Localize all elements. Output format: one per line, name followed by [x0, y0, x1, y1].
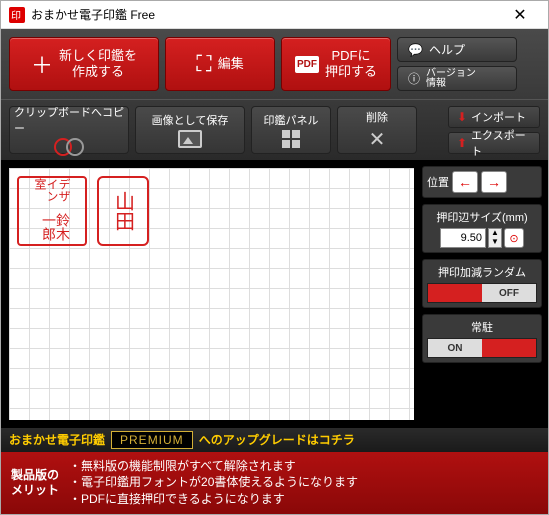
stamp-yamada[interactable]: 山田 — [97, 176, 149, 246]
close-button[interactable]: ✕ — [500, 5, 540, 25]
import-icon: ⬇ — [457, 110, 467, 124]
size-input[interactable]: 9.50 — [440, 228, 486, 248]
secondary-toolbar: クリップボードへコピー 画像として保存 印鑑パネル 削除 ✕ ⬇ インポート ⬆… — [1, 99, 548, 160]
benefits-panel: 製品版の メリット ・無料版の機能制限がすべて解除されます ・電子印鑑用フォント… — [1, 452, 548, 514]
random-state: OFF — [482, 284, 536, 302]
canvas[interactable]: デザイン室 鈴木一郎 山田 — [7, 166, 416, 422]
random-box: 押印加減ランダム OFF — [422, 259, 542, 308]
chat-icon: 💬 — [408, 43, 423, 57]
random-toggle[interactable]: OFF — [427, 283, 537, 303]
window-title: おまかせ電子印鑑 Free — [31, 6, 500, 23]
app-icon — [9, 7, 25, 23]
benefits-title: 製品版の メリット — [11, 458, 59, 508]
create-stamp-button[interactable]: ＋ 新しく印鑑を 作成する — [9, 37, 159, 91]
benefit-3: ・PDFに直接押印できるようになります — [69, 491, 358, 508]
stamp1-text1: デザイン室 — [34, 178, 70, 211]
grid-icon — [282, 130, 300, 148]
import-export-group: ⬇ インポート ⬆ エクスポート — [448, 106, 540, 154]
position-label: 位置 — [427, 174, 449, 190]
resident-toggle[interactable]: ON — [427, 338, 537, 358]
benefit-2: ・電子印鑑用フォントが20書体使えるようになります — [69, 474, 358, 491]
benefits-list: ・無料版の機能制限がすべて解除されます ・電子印鑑用フォントが20書体使えるよう… — [69, 458, 358, 508]
premium-upgrade-bar[interactable]: おまかせ電子印鑑 PREMIUM へのアップグレードはコチラ — [1, 428, 548, 452]
plus-icon: ＋ — [31, 48, 53, 80]
pdf-icon: PDF — [295, 56, 319, 73]
pdf-label: PDFに 押印する — [325, 48, 377, 79]
size-label: 押印辺サイズ(mm) — [427, 209, 537, 225]
save-label: 画像として保存 — [152, 112, 229, 128]
resident-box: 常駐 ON — [422, 314, 542, 363]
panel-label: 印鑑パネル — [264, 112, 319, 128]
crop-icon: ⛶ — [196, 51, 211, 77]
workspace: デザイン室 鈴木一郎 山田 位置 ← → 押印辺サイズ(mm) 9.50 — [1, 160, 548, 428]
delete-label: 削除 — [366, 109, 388, 125]
rings-icon — [54, 138, 84, 156]
delete-button[interactable]: 削除 ✕ — [337, 106, 417, 154]
help-button[interactable]: 💬 ヘルプ — [397, 37, 517, 62]
image-icon — [178, 130, 202, 148]
pdf-stamp-button[interactable]: PDF PDFに 押印する — [281, 37, 391, 91]
edit-button[interactable]: ⛶ 編集 — [165, 37, 275, 91]
clipboard-copy-button[interactable]: クリップボードへコピー — [9, 106, 129, 154]
resident-label: 常駐 — [427, 319, 537, 335]
main-toolbar: ＋ 新しく印鑑を 作成する ⛶ 編集 PDF PDFに 押印する 💬 ヘルプ ⓘ… — [1, 29, 548, 99]
resident-state: ON — [428, 339, 482, 357]
app-window: おまかせ電子印鑑 Free ✕ ＋ 新しく印鑑を 作成する ⛶ 編集 PDF P… — [0, 0, 549, 515]
import-label: インポート — [471, 109, 526, 125]
version-button[interactable]: ⓘ バージョン 情報 — [397, 66, 517, 91]
export-label: エクスポート — [471, 127, 531, 159]
random-label: 押印加減ランダム — [427, 264, 537, 280]
stamp-panel-button[interactable]: 印鑑パネル — [251, 106, 331, 154]
premium-text2: へのアップグレードはコチラ — [199, 431, 355, 448]
right-buttons: 💬 ヘルプ ⓘ バージョン 情報 — [397, 37, 517, 91]
help-label: ヘルプ — [429, 41, 465, 58]
export-button[interactable]: ⬆ エクスポート — [448, 132, 540, 154]
premium-text1: おまかせ電子印鑑 — [9, 431, 105, 448]
size-box: 押印辺サイズ(mm) 9.50 ▲▼ ⊙ — [422, 204, 542, 253]
import-button[interactable]: ⬇ インポート — [448, 106, 540, 128]
stamp-suzuki[interactable]: デザイン室 鈴木一郎 — [17, 176, 87, 246]
stamp1-text2: 鈴木一郎 — [34, 213, 70, 244]
stamp2-text: 山田 — [109, 191, 138, 231]
x-icon: ✕ — [369, 127, 386, 152]
version-label: バージョン 情報 — [426, 69, 476, 89]
position-box: 位置 ← → — [422, 166, 542, 198]
copy-label: クリップボードへコピー — [14, 104, 124, 136]
create-label: 新しく印鑑を 作成する — [59, 48, 137, 79]
save-image-button[interactable]: 画像として保存 — [135, 106, 245, 154]
benefit-1: ・無料版の機能制限がすべて解除されます — [69, 458, 358, 475]
export-icon: ⬆ — [457, 136, 467, 150]
info-icon: ⓘ — [408, 70, 420, 87]
position-right-button[interactable]: → — [481, 171, 507, 193]
size-reset-button[interactable]: ⊙ — [504, 228, 524, 248]
properties-panel: 位置 ← → 押印辺サイズ(mm) 9.50 ▲▼ ⊙ 押印加減ランダム OFF — [422, 166, 542, 422]
position-left-button[interactable]: ← — [452, 171, 478, 193]
edit-label: 編集 — [218, 56, 244, 72]
size-spinner[interactable]: ▲▼ — [488, 228, 502, 248]
titlebar: おまかせ電子印鑑 Free ✕ — [1, 1, 548, 29]
premium-badge: PREMIUM — [111, 431, 193, 449]
